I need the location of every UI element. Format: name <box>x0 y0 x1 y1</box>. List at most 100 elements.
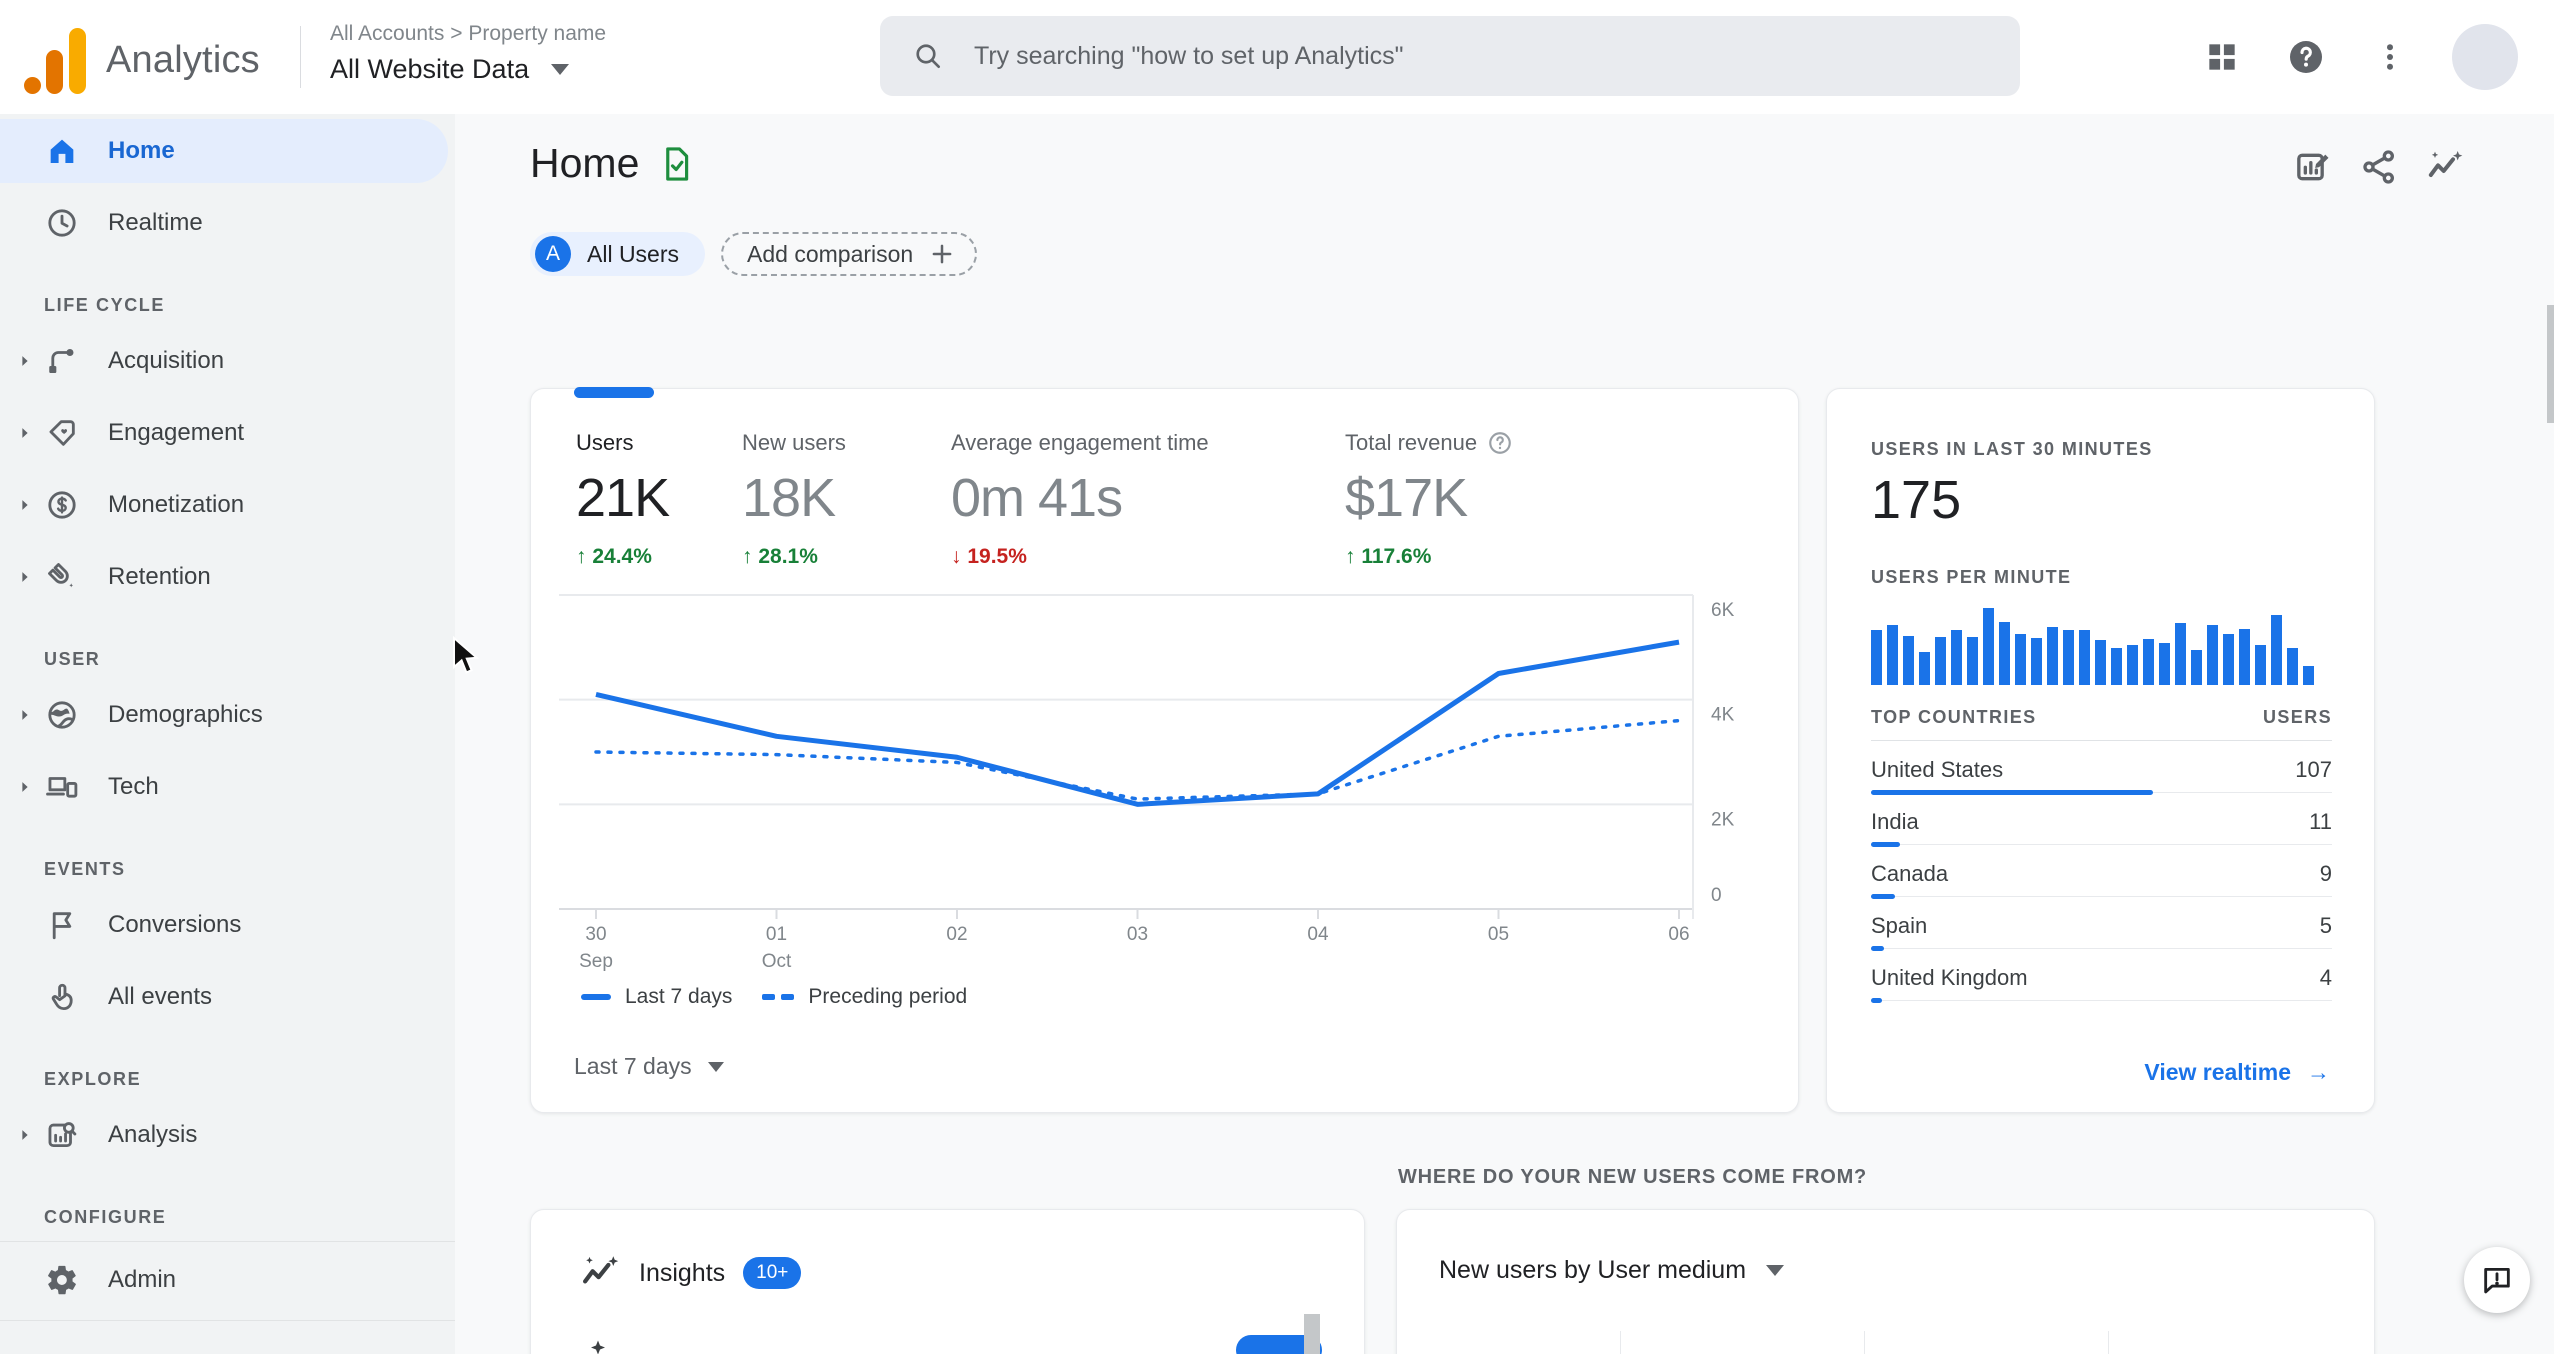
view-realtime-link[interactable]: View realtime → <box>2144 1059 2330 1086</box>
share-icon[interactable] <box>2358 146 2400 188</box>
sidebar-item-demographics[interactable]: Demographics <box>0 683 455 747</box>
legend-item: Preceding period <box>762 985 967 1009</box>
analytics-logo[interactable]: Analytics <box>24 26 260 94</box>
chart-gridline <box>1620 1331 1621 1354</box>
minute-bar <box>2303 666 2314 685</box>
insights-count-badge: 10+ <box>743 1257 802 1289</box>
customize-report-icon[interactable] <box>2292 146 2334 188</box>
property-selector[interactable]: All Website Data <box>330 54 570 85</box>
kebab-menu-icon[interactable] <box>2368 35 2412 79</box>
svg-text:0: 0 <box>1711 885 1722 906</box>
expand-arrow-icon[interactable] <box>16 351 36 371</box>
property-selector-label: All Website Data <box>330 54 530 84</box>
feedback-button[interactable] <box>2464 1247 2530 1313</box>
search-input[interactable] <box>972 40 1994 72</box>
top-countries-header: TOP COUNTRIES USERS <box>1871 707 2332 741</box>
minute-bar <box>2159 643 2170 685</box>
expand-arrow-icon[interactable] <box>16 423 36 443</box>
help-icon[interactable] <box>2284 35 2328 79</box>
metric-total-revenue[interactable]: Total revenue $17K ↑ 117.6% <box>1345 427 1645 569</box>
metric-new-users[interactable]: New users 18K ↑ 28.1% <box>742 427 951 569</box>
country-name: United States <box>1871 757 2004 782</box>
search-icon <box>906 34 950 78</box>
chart-gridline <box>1864 1331 1865 1354</box>
monetization-icon <box>44 487 80 523</box>
expand-arrow-icon[interactable] <box>16 567 36 587</box>
analytics-logo-icon <box>24 26 86 94</box>
country-users-value: 107 <box>2295 757 2332 782</box>
sidebar-item-admin[interactable]: Admin <box>0 1248 455 1312</box>
sidebar-item-analysis[interactable]: Analysis <box>0 1103 455 1167</box>
avatar[interactable] <box>2452 24 2518 90</box>
page-scrollbar[interactable] <box>2547 305 2554 423</box>
breadcrumb-separator: > <box>450 22 463 45</box>
insights-icon[interactable] <box>2424 146 2466 188</box>
minute-bar <box>2239 629 2250 685</box>
country-row: Canada 9 <box>1871 845 2332 899</box>
legend-item: Last 7 days <box>581 985 732 1009</box>
users-per-minute-label: USERS PER MINUTE <box>1871 567 2072 587</box>
breadcrumb[interactable]: All Accounts > Property name <box>330 22 606 46</box>
sidebar-item-label: Engagement <box>108 419 245 446</box>
all-users-label: All Users <box>587 240 680 267</box>
metric-delta: ↑ 28.1% <box>742 545 818 568</box>
expand-arrow-icon[interactable] <box>16 1125 36 1145</box>
sidebar-item-tech[interactable]: Tech <box>0 755 455 819</box>
apps-grid-icon[interactable] <box>2200 35 2244 79</box>
breadcrumb-accounts[interactable]: All Accounts <box>330 22 444 45</box>
insights-card: Insights 10+ <box>530 1209 1365 1354</box>
legend-label: Preceding period <box>808 985 968 1008</box>
minute-bar <box>1983 608 1994 685</box>
country-name: Spain <box>1871 913 1928 938</box>
realtime-card: USERS IN LAST 30 MINUTES 175 USERS PER M… <box>1826 388 2375 1113</box>
expand-arrow-icon[interactable] <box>16 495 36 515</box>
top-countries-table: TOP COUNTRIES USERS United States 107 Indi… <box>1871 707 2332 1003</box>
touch-icon <box>44 979 80 1015</box>
add-comparison-button[interactable]: Add comparison <box>721 232 978 276</box>
minute-bar <box>2015 634 2026 685</box>
new-users-dimension-selector[interactable]: New users by User medium <box>1439 1256 1785 1285</box>
chevron-down-icon <box>707 1061 724 1072</box>
new-users-section-header: WHERE DO YOUR NEW USERS COME FROM? <box>1398 1166 1868 1188</box>
chart-legend: Last 7 days Preceding period <box>581 985 967 1009</box>
chart-gridline <box>2108 1331 2109 1354</box>
sidebar-section: USER Demographics Tech <box>0 647 455 819</box>
metric-average-engagement-time[interactable]: Average engagement time 0m 41s ↓ 19.5% <box>951 427 1345 569</box>
metric-value: 0m 41s <box>951 468 1123 528</box>
sidebar-item-engagement[interactable]: Engagement <box>0 401 455 465</box>
global-search[interactable] <box>880 16 2020 96</box>
header-divider <box>300 26 301 88</box>
metric-value: 21K <box>576 468 670 528</box>
insights-sparkline-icon <box>579 1252 621 1294</box>
new-users-card-title: New users by User medium <box>1439 1256 1747 1284</box>
sidebar-section: CONFIGURE Admin <box>0 1205 455 1321</box>
sidebar-item-home[interactable]: Home <box>0 119 448 183</box>
help-circle-icon[interactable] <box>1487 430 1513 456</box>
mouse-cursor <box>453 636 480 674</box>
insights-scrollbar[interactable] <box>1304 1314 1320 1354</box>
svg-text:Sep: Sep <box>579 951 613 972</box>
sidebar-item-retention[interactable]: Retention <box>0 545 455 609</box>
sidebar-item-label: Acquisition <box>108 347 225 374</box>
sparkle-icon <box>583 1338 613 1354</box>
home-icon <box>44 133 80 169</box>
date-range-selector[interactable]: Last 7 days <box>574 1053 724 1080</box>
sidebar-item-acquisition[interactable]: Acquisition <box>0 329 455 393</box>
all-users-chip[interactable]: A All Users <box>530 232 706 276</box>
sidebar-item-all-events[interactable]: All events <box>0 965 455 1029</box>
expand-arrow-icon[interactable] <box>16 777 36 797</box>
metric-users[interactable]: Users 21K ↑ 24.4% <box>576 427 742 569</box>
breadcrumb-property[interactable]: Property name <box>468 22 606 45</box>
minute-bar <box>2143 639 2154 685</box>
metric-delta: ↓ 19.5% <box>951 545 1027 568</box>
metric-label: Total revenue <box>1345 430 1478 455</box>
sidebar-section-label: EXPLORE <box>44 1069 142 1089</box>
sidebar-item-conversions[interactable]: Conversions <box>0 893 455 957</box>
minute-bar <box>2223 634 2234 685</box>
minute-bar <box>1919 652 1930 685</box>
sidebar-item-monetization[interactable]: Monetization <box>0 473 455 537</box>
sidebar-item-realtime[interactable]: Realtime <box>0 191 455 255</box>
realtime-title: USERS IN LAST 30 MINUTES <box>1871 439 2153 459</box>
expand-arrow-icon[interactable] <box>16 705 36 725</box>
page-title: Home <box>530 140 695 187</box>
